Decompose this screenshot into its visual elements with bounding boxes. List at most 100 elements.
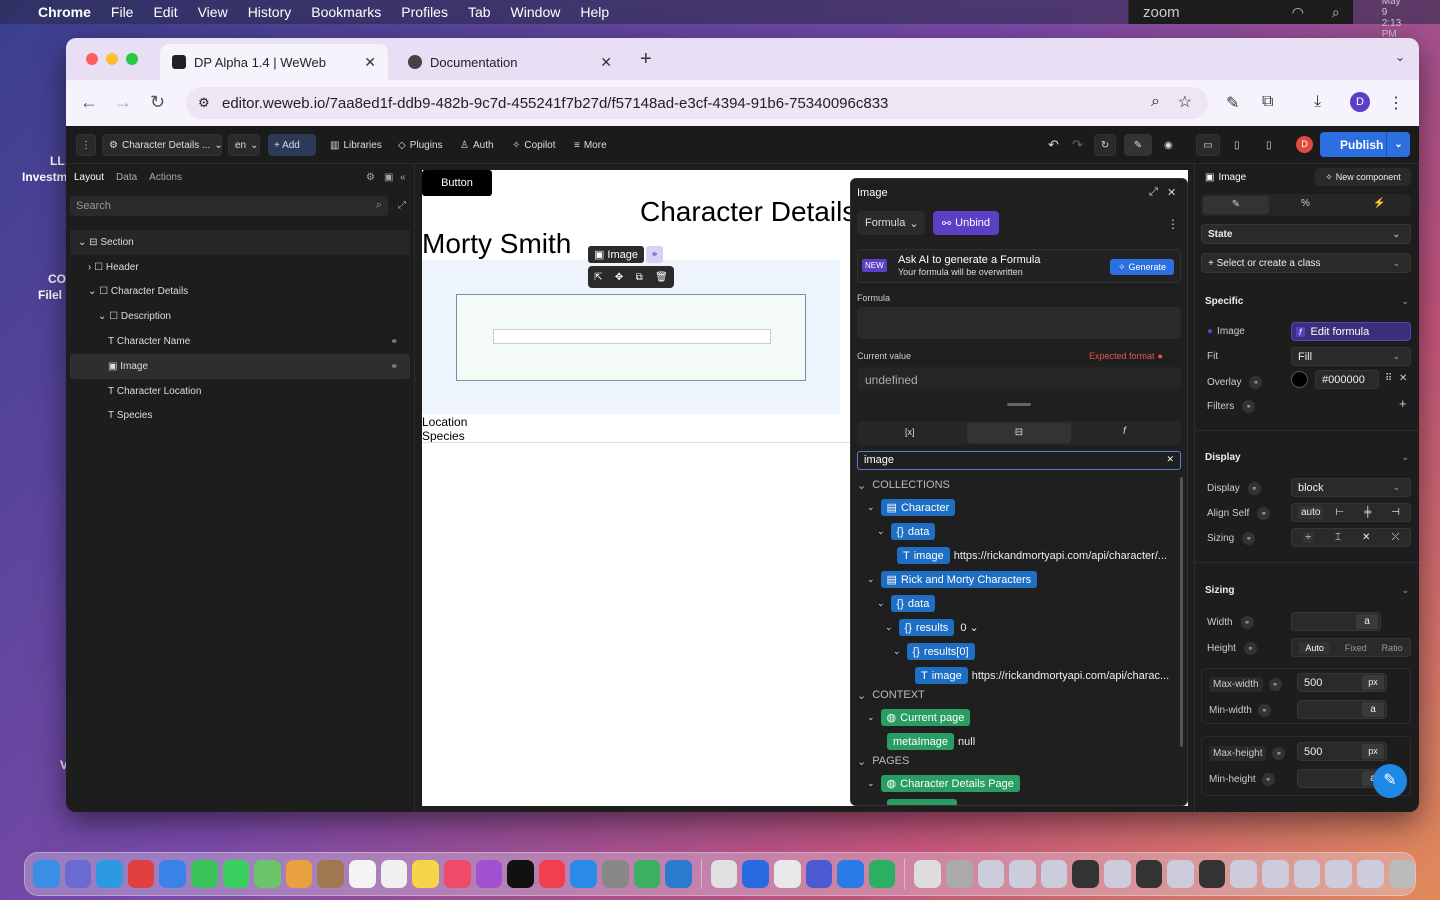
chrome-menu-icon[interactable]: ⋮ <box>1388 93 1404 113</box>
back-icon[interactable]: ← <box>80 92 98 113</box>
fixed-icon[interactable]: ✕ <box>1362 532 1370 543</box>
editor-menu-icon[interactable]: ⋮ <box>76 134 96 156</box>
selected-element-tag[interactable]: ▣ Image <box>588 246 644 263</box>
binding-indicator-icon[interactable]: ⚭ <box>646 246 663 263</box>
screenshot-thumbnail-icon[interactable] <box>1198 860 1226 888</box>
tablet-view-icon[interactable]: ▯ <box>1228 134 1246 156</box>
minimize-window-button[interactable] <box>106 53 118 65</box>
page-selector[interactable]: ⚙ Character Details ... ⌄ <box>102 134 223 156</box>
tab-data[interactable]: Data <box>116 172 137 183</box>
close-icon[interactable]: ✕ <box>1167 186 1176 199</box>
unbind-button[interactable]: ⚯ Unbind <box>933 211 999 235</box>
app-icon[interactable] <box>633 860 661 888</box>
bind-icon[interactable]: ⚭ <box>1242 532 1256 545</box>
edit-formula-button[interactable]: f Edit formula <box>1291 322 1411 341</box>
bind-icon[interactable]: ⚭ <box>1240 616 1254 629</box>
tree-node[interactable]: Timage https://rickandmortyapi.com/api/ch… <box>897 547 1167 564</box>
expand-icon[interactable]: ⤢ <box>398 200 406 211</box>
pages-heading[interactable]: ⌄ PAGES <box>857 755 909 768</box>
resize-handle[interactable] <box>1007 403 1031 406</box>
menu-profiles[interactable]: Profiles <box>401 4 448 20</box>
chrome-icon[interactable] <box>710 860 738 888</box>
bind-icon[interactable]: ⚭ <box>1249 376 1263 389</box>
new-tab-button[interactable]: + <box>640 48 652 71</box>
tree-item-description[interactable]: ⌄ ☐ Description <box>70 304 410 329</box>
tree-node[interactable]: ⌄ ◍ Current page <box>867 709 971 726</box>
delete-icon[interactable]: 🗑 <box>655 272 668 283</box>
collections-heading[interactable]: ⌄ COLLECTIONS <box>857 479 950 492</box>
menu-view[interactable]: View <box>198 4 228 20</box>
bind-icon[interactable]: ⚭ <box>1257 507 1271 520</box>
bind-icon[interactable]: ⚭ <box>1243 642 1257 655</box>
hug-icon[interactable]: ⌶ <box>1335 532 1341 543</box>
formula-editor[interactable] <box>857 307 1181 339</box>
display-section-heading[interactable]: Display <box>1205 452 1241 463</box>
screenshot-thumbnail-icon[interactable] <box>1167 860 1194 888</box>
screenshot-thumbnail-icon[interactable] <box>977 860 1005 888</box>
contacts-icon[interactable] <box>317 860 345 888</box>
collapse-panel-icon[interactable]: « <box>400 172 406 183</box>
screenshot-thumbnail-icon[interactable] <box>1135 860 1163 888</box>
messenger-icon[interactable] <box>742 860 769 888</box>
tree-node[interactable]: metaImage null <box>887 733 975 750</box>
tree-item-character-name[interactable]: T Character Name ⚭ <box>70 329 410 354</box>
height-mode-toggle[interactable]: Auto Fixed Ratio <box>1291 638 1411 657</box>
language-selector[interactable]: en ⌄ <box>228 134 260 156</box>
auth-button[interactable]: ♙ Auth <box>454 134 500 156</box>
extension-icon[interactable]: ✎ <box>1226 93 1239 113</box>
zoom-icon[interactable]: ⌕ <box>1151 93 1160 111</box>
screenshot-thumbnail-icon[interactable] <box>1356 860 1384 888</box>
system-settings-icon[interactable] <box>601 860 629 888</box>
bookmark-star-icon[interactable]: ☆ <box>1178 92 1192 112</box>
preview-eye-icon[interactable]: ◉ <box>1158 134 1179 156</box>
bind-icon[interactable]: ⚭ <box>1257 704 1271 717</box>
screenshot-thumbnail-icon[interactable] <box>1104 860 1131 888</box>
mail-icon[interactable] <box>159 860 187 888</box>
bind-icon[interactable]: ⚭ <box>1247 482 1261 495</box>
align-self-control[interactable]: auto ⊢ ╪ ⊣ <box>1291 503 1411 522</box>
tree-node[interactable]: ⌄ ▤ Character <box>867 499 956 516</box>
publish-button[interactable]: Publish ⌄ <box>1320 132 1410 157</box>
shrink-icon[interactable]: ⤬ <box>1391 532 1399 543</box>
chevron-down-icon[interactable]: ⌄ <box>1401 585 1409 596</box>
tree-item-section[interactable]: ⌄ ⊟ Section <box>70 230 410 255</box>
app-store-icon[interactable] <box>570 860 597 888</box>
mobile-view-icon[interactable]: ▯ <box>1260 134 1278 156</box>
podcasts-icon[interactable] <box>475 860 503 888</box>
settings-tab-icon[interactable]: % <box>1301 198 1310 209</box>
copilot-button[interactable]: ✧ Copilot <box>506 134 562 156</box>
max-height-input[interactable]: 500 px <box>1297 742 1387 761</box>
canvas-button[interactable]: Button <box>422 170 492 196</box>
menu-window[interactable]: Window <box>511 4 561 20</box>
tab-search-chevron-icon[interactable]: ⌄ <box>1395 50 1405 64</box>
wifi-icon[interactable]: ◠ <box>1292 4 1304 21</box>
publish-dropdown-icon[interactable]: ⌄ <box>1386 132 1410 157</box>
tree-node[interactable]: ⌄ {} data <box>877 523 936 540</box>
context-heading[interactable]: ⌄ CONTEXT <box>857 689 925 702</box>
overlay-color-input[interactable]: #000000 <box>1315 370 1379 389</box>
more-button[interactable]: ≡ More <box>568 134 613 156</box>
plugins-button[interactable]: ◇ Plugins <box>392 134 449 156</box>
generate-button[interactable]: ✧ Generate <box>1110 259 1174 275</box>
app-icon[interactable] <box>127 860 155 888</box>
data-tab-icon[interactable]: ⊟ <box>967 423 1071 443</box>
desktop-view-icon[interactable]: ▭ <box>1196 134 1220 156</box>
safari-icon[interactable] <box>96 860 123 888</box>
close-window-button[interactable] <box>86 53 98 65</box>
screenshot-thumbnail-icon[interactable] <box>1040 860 1068 888</box>
news-icon[interactable] <box>538 860 566 888</box>
zoom-icon[interactable] <box>837 860 864 888</box>
formula-tab-icon[interactable]: f <box>1123 426 1126 437</box>
menubar-clock[interactable]: Thu May 9 2:13 PM <box>1382 0 1401 40</box>
tab-actions[interactable]: Actions <box>149 172 182 183</box>
zoom-status-label[interactable]: zoom <box>1143 4 1180 21</box>
bind-icon[interactable]: ⚭ <box>1261 773 1275 786</box>
overlay-color-swatch[interactable] <box>1291 371 1308 388</box>
page-title[interactable]: Character Details <box>640 196 856 228</box>
tv-icon[interactable] <box>507 860 534 888</box>
redo-icon[interactable]: ↷ <box>1066 134 1089 156</box>
add-filter-icon[interactable]: + <box>1399 396 1407 411</box>
download-icon[interactable]: ⤓ <box>1314 93 1321 111</box>
sizing-control[interactable]: ÷ ⌶ ✕ ⤬ <box>1291 528 1411 547</box>
puzzle-extensions-icon[interactable]: ⧉ <box>1262 93 1273 111</box>
